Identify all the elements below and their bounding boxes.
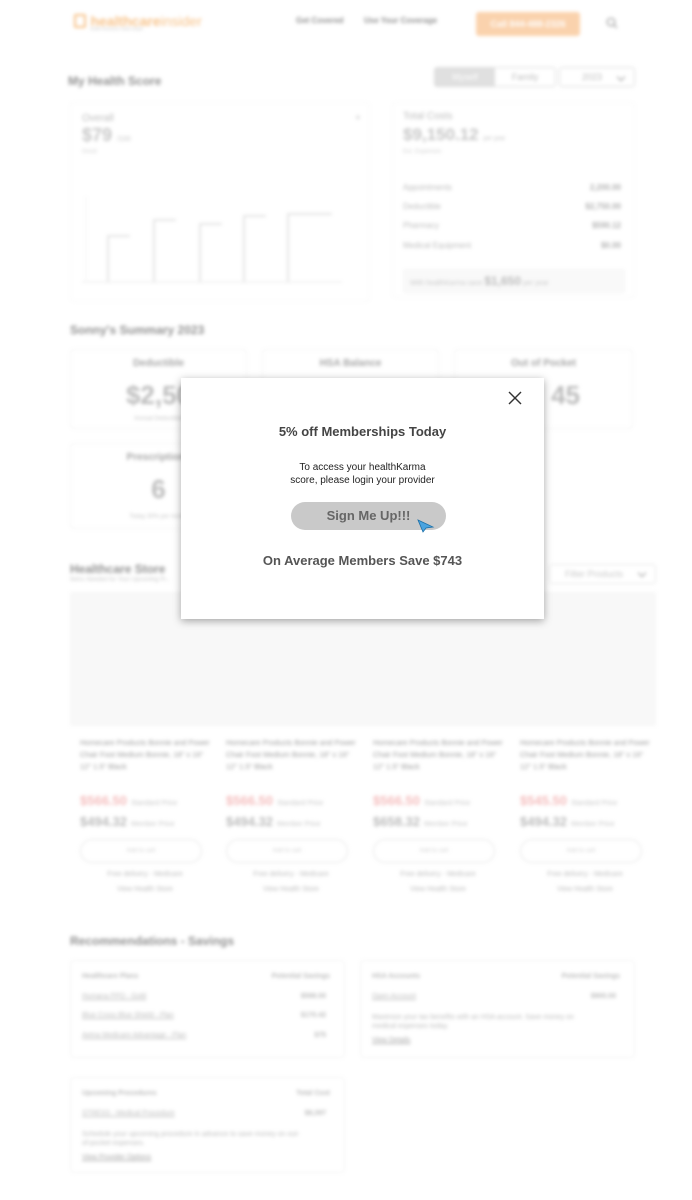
modal-text-line: score, please login your provider bbox=[290, 475, 435, 486]
close-icon[interactable] bbox=[508, 391, 522, 405]
modal-footer: On Average Members Save $743 bbox=[262, 553, 463, 568]
pointer-cursor-icon bbox=[417, 519, 435, 533]
modal-title: 5% off Memberships Today bbox=[278, 424, 447, 439]
modal-text-line: To access your healthKarma bbox=[299, 462, 426, 473]
modal-text: To access your healthKarma score, please… bbox=[181, 461, 544, 487]
membership-modal: 5% off Memberships Today To access your … bbox=[181, 378, 544, 619]
